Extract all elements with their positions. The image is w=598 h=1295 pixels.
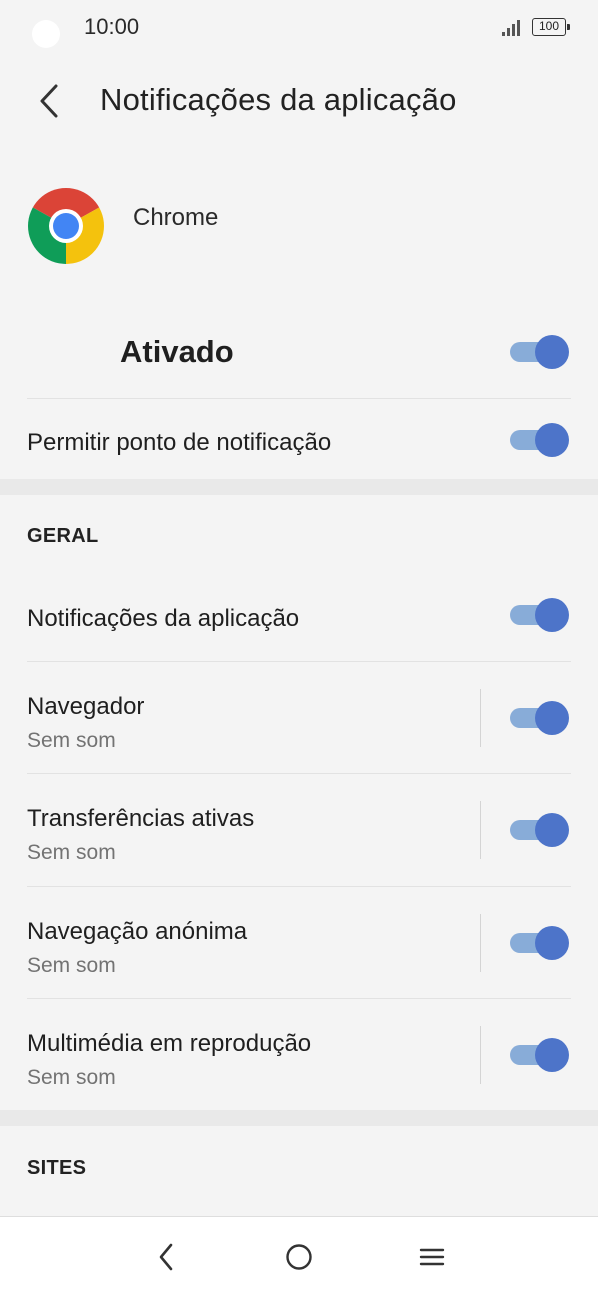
section-header-general: GERAL [27,525,99,547]
divider [27,886,571,887]
page-title: Notificações da aplicação [100,82,457,117]
vertical-separator [480,914,481,972]
list-item-title: Multimédia em reprodução [27,1030,312,1057]
settings-screen: 10:00 100 Notificações da aplicação Chro… [0,0,598,1295]
divider [27,773,571,774]
divider [27,998,571,999]
status-time: 10:00 [84,14,140,39]
section-separator [0,1110,598,1126]
app-name: Chrome [133,204,219,231]
camera-cutout [32,20,60,48]
divider [27,661,571,662]
list-item-title: Navegação anónima [27,918,248,945]
multimedia-toggle[interactable] [508,1036,570,1074]
list-item-subtitle: Sem som [27,1066,116,1089]
transferencias-toggle[interactable] [508,811,570,849]
section-header-sites: SITES [27,1157,87,1179]
toggle-thumb [535,701,569,735]
navegador-toggle[interactable] [508,699,570,737]
status-bar: 10:00 100 [0,0,598,56]
toggle-thumb [535,423,569,457]
battery-icon: 100 [532,18,570,36]
list-item-subtitle: Sem som [27,954,116,977]
divider [27,398,571,399]
list-item-title: Notificações da aplicação [27,605,300,632]
vertical-separator [480,801,481,859]
menu-icon [419,1248,445,1266]
signal-icon [502,20,522,36]
toggle-thumb [535,926,569,960]
section-separator [0,479,598,495]
list-item-subtitle: Sem som [27,729,116,752]
back-icon [159,1243,173,1271]
vertical-separator [480,1026,481,1084]
toggle-thumb [535,1038,569,1072]
list-item-title: Transferências ativas [27,805,255,832]
master-toggle-label: Ativado [120,334,234,369]
back-button[interactable] [26,78,72,124]
badge-row-label: Permitir ponto de notificação [27,429,332,456]
navigation-bar [0,1216,598,1295]
nav-home-button[interactable] [279,1237,319,1277]
toggle-thumb [535,598,569,632]
vertical-separator [480,689,481,747]
master-toggle[interactable] [508,333,570,371]
list-item-title: Navegador [27,693,145,720]
navegacao-anonima-toggle[interactable] [508,924,570,962]
chrome-logo-icon [28,188,104,264]
nav-back-button[interactable] [146,1237,186,1277]
nav-recents-button[interactable] [412,1237,452,1277]
app-notifications-toggle[interactable] [508,596,570,634]
badge-toggle[interactable] [508,421,570,459]
toggle-thumb [535,813,569,847]
home-icon [286,1244,312,1270]
chevron-left-icon [40,84,58,118]
toggle-thumb [535,335,569,369]
list-item-subtitle: Sem som [27,841,116,864]
